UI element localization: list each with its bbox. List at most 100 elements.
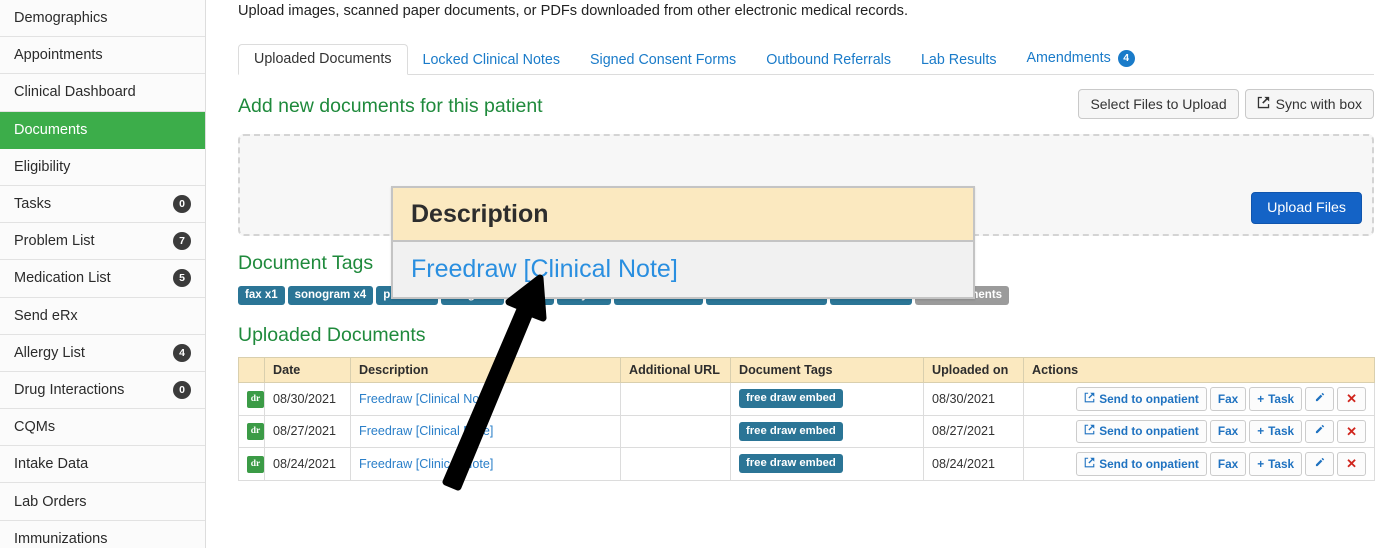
sidebar-item-drug-interactions[interactable]: Drug Interactions 0 [0, 371, 205, 410]
actions-cell: Send to onpatient Fax + Task ✕ [1023, 414, 1375, 449]
sidebar-item-problem-list[interactable]: Problem List 7 [0, 223, 205, 261]
document-type-cell: dr [238, 414, 265, 449]
external-link-icon [1084, 457, 1095, 471]
table-header-row: Date Description Additional URL Document Ta… [238, 357, 1375, 383]
sidebar-item-badge: 0 [173, 195, 191, 214]
documents-page: Demographics Appointments Clinical Dashboa… [0, 0, 1388, 548]
delete-button[interactable]: ✕ [1337, 387, 1366, 411]
document-tag-filter[interactable]: sonogram x4 [287, 286, 374, 305]
document-tabs: Uploaded Documents Locked Clinical Notes S… [238, 41, 1374, 75]
edit-button[interactable] [1305, 387, 1335, 411]
delete-button[interactable]: ✕ [1337, 419, 1366, 444]
sidebar-item-badge: 0 [173, 380, 191, 399]
pencil-icon [1314, 392, 1325, 406]
document-link[interactable]: Freedraw [Clinical Note] [359, 392, 493, 406]
callout-column-header: Description [393, 188, 973, 242]
send-to-onpatient-label: Send to onpatient [1099, 456, 1199, 471]
tab-label: Signed Consent Forms [589, 51, 737, 68]
sidebar-item-label: Send eRx [14, 307, 78, 324]
select-files-label: Select Files to Upload [1090, 96, 1227, 112]
tab-label: Amendments [1026, 50, 1111, 67]
sidebar-item-eligibility[interactable]: Eligibility [0, 148, 205, 186]
fax-button[interactable]: Fax [1209, 452, 1247, 476]
description-cell: Freedraw [Clinical Note] [350, 414, 621, 449]
tab-uploaded-documents[interactable]: Uploaded Documents [238, 43, 408, 75]
sidebar-item-send-erx[interactable]: Send eRx [0, 297, 205, 335]
sidebar-item-label: Eligibility [14, 158, 71, 175]
sidebar-item-label: Documents [14, 121, 88, 138]
date-cell-text: 08/30/2021 [273, 391, 337, 406]
row-document-tag[interactable]: free draw embed [739, 421, 843, 441]
add-task-button[interactable]: + Task [1249, 452, 1303, 476]
add-task-button[interactable]: + Task [1249, 419, 1303, 444]
plus-icon: + [1257, 456, 1265, 471]
edit-button[interactable] [1305, 419, 1335, 444]
document-link[interactable]: Freedraw [Clinical Note] [359, 457, 493, 471]
sidebar-item-label: Allergy List [14, 344, 85, 361]
sidebar-item-intake-data[interactable]: Intake Data [0, 446, 205, 484]
sidebar-item-label: Appointments [14, 47, 103, 64]
tab-label: Lab Results [920, 51, 997, 68]
sidebar-item-appointments[interactable]: Appointments [0, 37, 205, 75]
uploaded-on-cell: 08/24/2021 [923, 447, 1024, 481]
sidebar-item-allergy-list[interactable]: Allergy List 4 [0, 334, 205, 372]
tab-badge: 4 [1117, 50, 1135, 67]
sidebar-item-tasks[interactable]: Tasks 0 [0, 185, 205, 224]
date-cell-text: 08/27/2021 [273, 424, 337, 439]
date-cell: 08/27/2021 [264, 414, 351, 449]
pencil-icon [1314, 457, 1325, 471]
sidebar-item-documents[interactable]: Documents [0, 111, 205, 149]
table-row: dr 08/24/2021 Freedraw [Clinical Note] free… [238, 447, 1375, 481]
actions-cell: Send to onpatient Fax + Task ✕ [1023, 382, 1375, 416]
fax-button[interactable]: Fax [1209, 387, 1247, 411]
row-document-tag[interactable]: free draw embed [739, 389, 843, 409]
tab-label: Outbound Referrals [766, 51, 891, 68]
delete-button[interactable]: ✕ [1337, 452, 1366, 476]
uploaded-on-cell-text: 08/27/2021 [932, 424, 996, 439]
add-task-button[interactable]: + Task [1249, 387, 1303, 411]
document-link[interactable]: Freedraw [Clinical Note] [359, 424, 493, 438]
column-header: Uploaded on [923, 357, 1024, 383]
sidebar-item-clinical-dashboard[interactable]: Clinical Dashboard [0, 74, 205, 112]
edit-button[interactable] [1305, 452, 1335, 476]
tab-outbound-referrals[interactable]: Outbound Referrals [751, 46, 906, 75]
send-to-onpatient-button[interactable]: Send to onpatient [1076, 419, 1207, 444]
page-intro-text: Upload images, scanned paper documents, … [238, 3, 909, 19]
magnified-description-callout: Description Freedraw [Clinical Note] [391, 186, 975, 299]
task-label: Task [1268, 391, 1295, 406]
sidebar-item-cqms[interactable]: CQMs [0, 409, 205, 447]
callout-document-link[interactable]: Freedraw [Clinical Note] [393, 242, 973, 297]
sync-with-box-label: Sync with box [1275, 96, 1362, 112]
row-document-tag[interactable]: free draw embed [739, 454, 843, 474]
sync-with-box-button[interactable]: Sync with box [1244, 89, 1374, 119]
fax-button[interactable]: Fax [1209, 419, 1247, 444]
upload-toolbar: Select Files to Upload Sync with box [1078, 89, 1374, 119]
tab-locked-clinical-notes[interactable]: Locked Clinical Notes [408, 46, 575, 75]
add-documents-header-row: Add new documents for this patient Selec… [238, 89, 1374, 122]
document-tags-cell: free draw embed [730, 414, 924, 449]
sidebar-item-badge: 5 [173, 269, 191, 288]
date-cell: 08/30/2021 [264, 382, 351, 416]
sidebar-item-lab-orders[interactable]: Lab Orders [0, 483, 205, 521]
sidebar-item-label: Medication List [14, 270, 111, 287]
sidebar-item-immunizations[interactable]: Immunizations [0, 520, 205, 548]
additional-url-cell [620, 414, 731, 449]
tab-amendments[interactable]: Amendments 4 [1011, 43, 1149, 75]
task-label: Task [1268, 456, 1295, 471]
sidebar-item-medication-list[interactable]: Medication List 5 [0, 260, 205, 298]
tab-signed-consent-forms[interactable]: Signed Consent Forms [575, 46, 751, 75]
close-icon: ✕ [1346, 423, 1357, 439]
upload-files-button[interactable]: Upload Files [1251, 192, 1362, 224]
document-tag-filter[interactable]: fax x1 [238, 286, 285, 305]
uploaded-documents-table: Date Description Additional URL Document Ta… [238, 357, 1375, 481]
send-to-onpatient-button[interactable]: Send to onpatient [1076, 387, 1207, 411]
sidebar-item-demographics[interactable]: Demographics [0, 0, 205, 38]
tab-lab-results[interactable]: Lab Results [906, 46, 1012, 75]
send-to-onpatient-button[interactable]: Send to onpatient [1076, 452, 1207, 476]
dr-document-icon: dr [247, 455, 264, 473]
select-files-to-upload-button[interactable]: Select Files to Upload [1078, 89, 1239, 119]
external-link-icon [1084, 392, 1095, 406]
external-link-icon [1257, 96, 1270, 112]
additional-url-cell [620, 447, 731, 481]
pencil-icon [1314, 424, 1325, 438]
